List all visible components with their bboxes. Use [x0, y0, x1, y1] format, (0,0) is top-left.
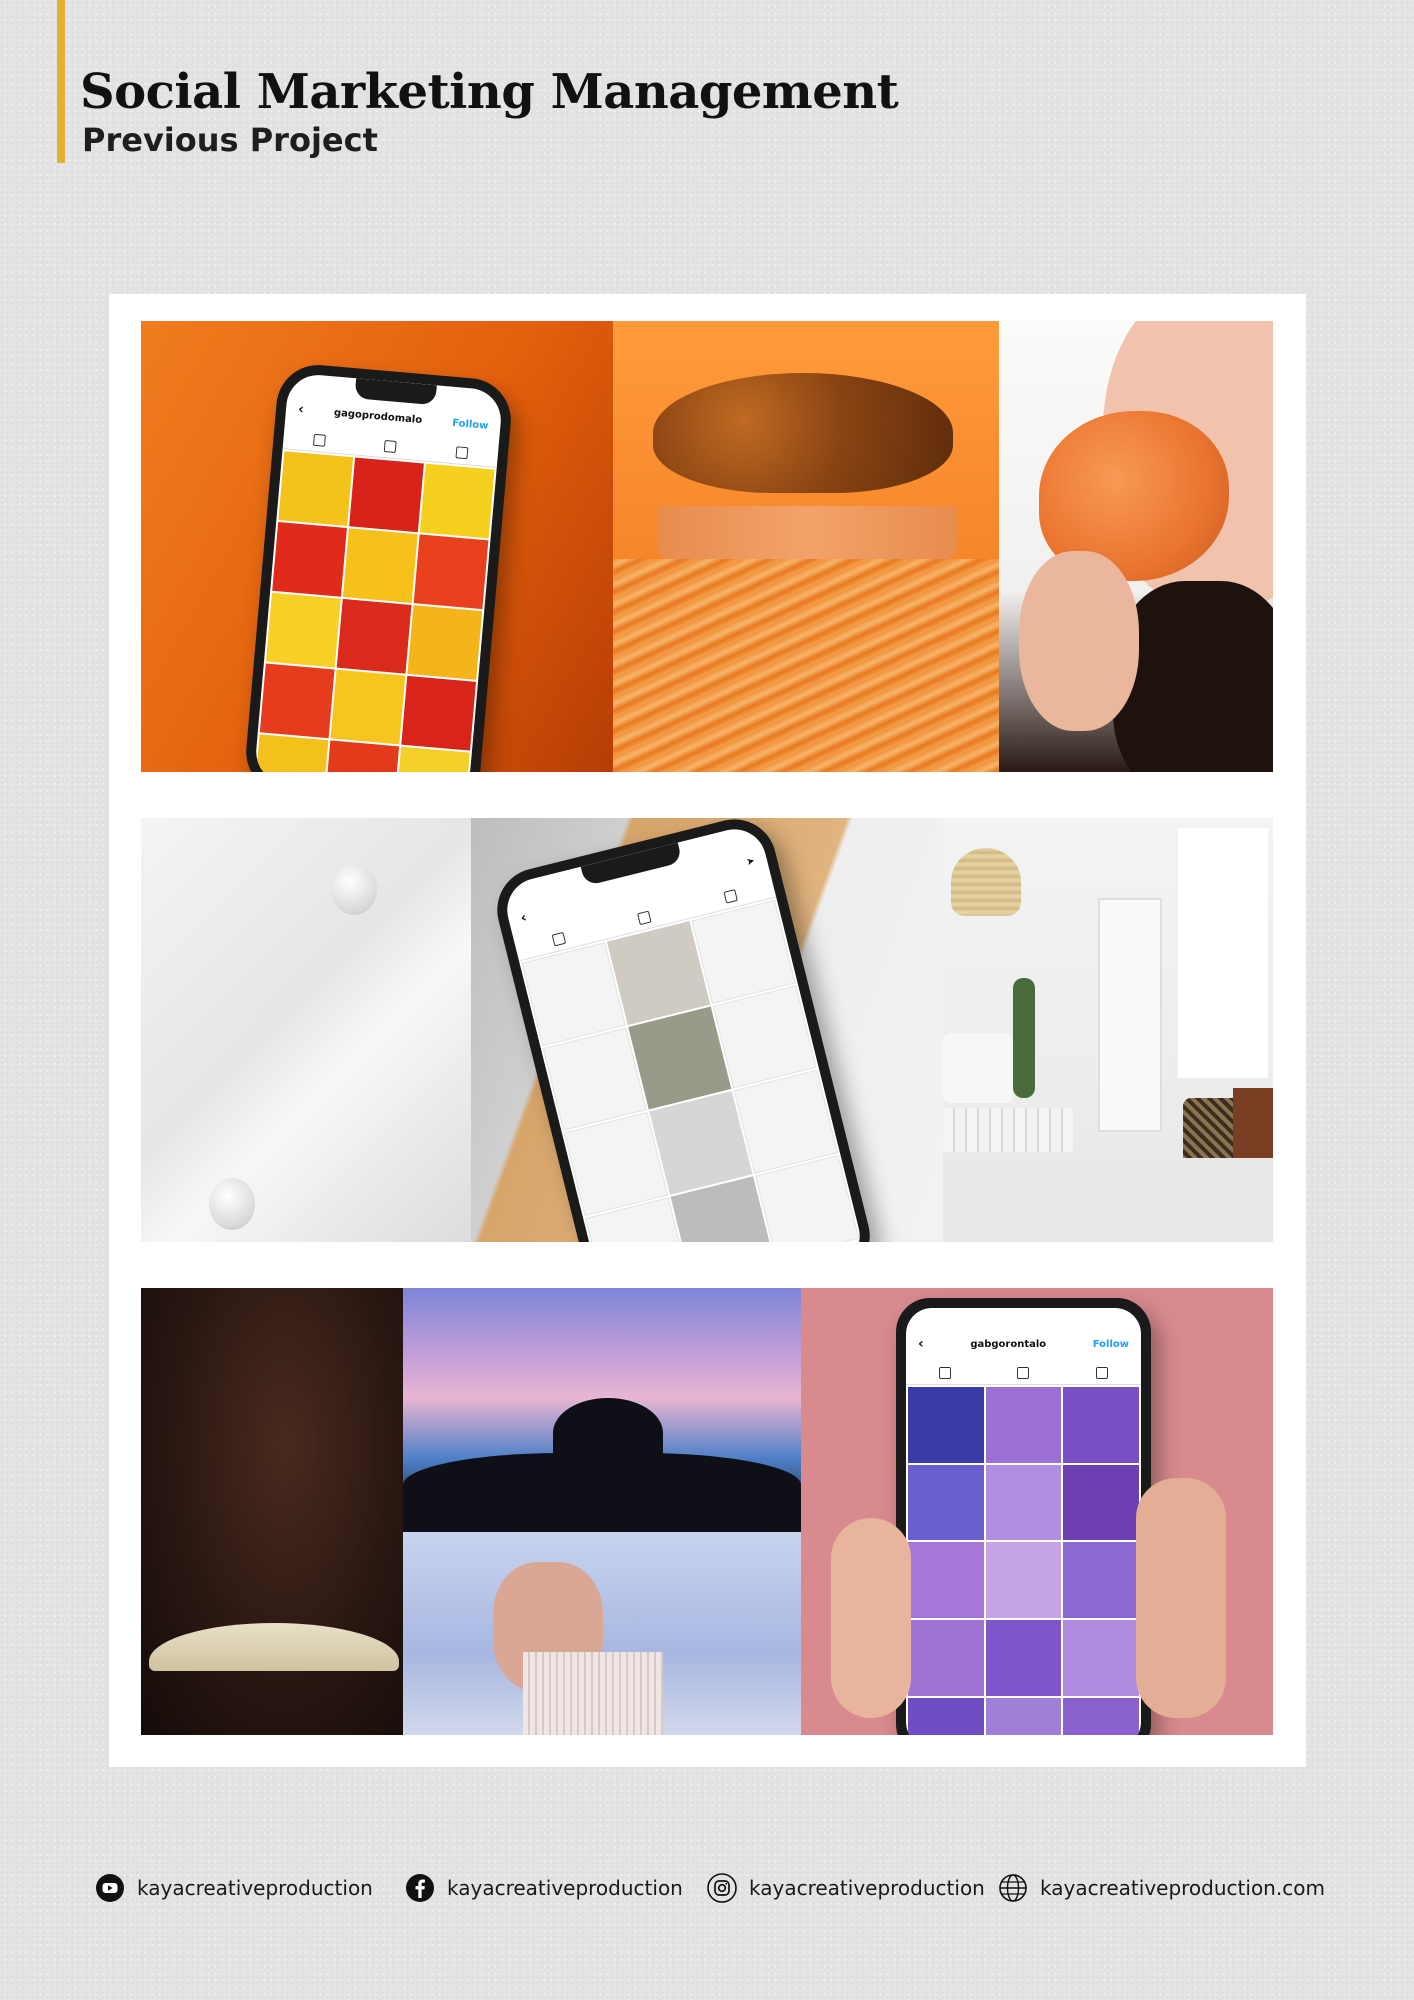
pallet-table [943, 1108, 1073, 1152]
grid-tab-icon [939, 1367, 952, 1379]
holding-thumb [831, 1518, 911, 1718]
pendant-lamp [951, 848, 1021, 916]
website-url: kayacreativeproduction.com [1040, 1876, 1325, 1900]
back-arrow-icon: ‹ [297, 401, 305, 418]
interior-room-photo [943, 818, 1273, 1242]
open-bible-photo [141, 1288, 403, 1735]
crispy-texture-photo [613, 559, 999, 772]
raised-hands-photo [403, 1532, 801, 1735]
footer-instagram[interactable]: kayacreativeproduction [707, 1873, 985, 1903]
youtube-handle: kayacreativeproduction [137, 1876, 373, 1900]
footer-youtube[interactable]: kayacreativeproduction [95, 1873, 373, 1903]
tagged-tab-icon [723, 889, 738, 904]
button-tuft [331, 863, 377, 915]
reels-tab-icon [384, 440, 398, 454]
window [1178, 828, 1268, 1078]
phone-mockup: ‹ gagoprodomalo Follow [242, 361, 515, 772]
reels-tab-icon [1017, 1367, 1030, 1379]
hand [1019, 551, 1139, 731]
tagged-tab-icon [1095, 1367, 1108, 1379]
bookshelf [1098, 898, 1162, 1132]
open-book [149, 1623, 399, 1671]
worship-crowd-photo [403, 1288, 801, 1532]
holding-fingers [1136, 1478, 1226, 1718]
profile-username: gabgorontalo [970, 1338, 1047, 1350]
project-gallery-board: ‹ gagoprodomalo Follow ‹ ➤ ‹ gabgorontal… [109, 294, 1306, 1767]
food-phone-photo: ‹ gagoprodomalo Follow [141, 321, 613, 772]
post-grid [253, 449, 497, 772]
sleeve [523, 1652, 663, 1735]
project-row-food: ‹ gagoprodomalo Follow [141, 321, 1273, 772]
post-grid [519, 897, 861, 1242]
follow-button: Follow [1092, 1338, 1129, 1350]
back-arrow-icon: ‹ [518, 909, 529, 927]
phone-screen: ‹ gabgorontalo Follow [906, 1308, 1141, 1735]
fried-chicken-bucket-photo [613, 321, 999, 559]
project-row-furniture: ‹ ➤ [141, 818, 1273, 1242]
phone-mockup: ‹ gabgorontalo Follow [896, 1298, 1151, 1735]
phone-mockup: ‹ ➤ [488, 818, 879, 1242]
instagram-profile-bar: ‹ gabgorontalo Follow [906, 1326, 1141, 1362]
profile-username: gagoprodomalo [333, 406, 423, 426]
grid-tab-icon [312, 433, 326, 447]
grid-tab-icon [551, 931, 567, 947]
globe-icon [999, 1874, 1027, 1902]
reels-tab-icon [637, 910, 653, 926]
footer-facebook[interactable]: kayacreativeproduction [405, 1873, 683, 1903]
tufted-leather-photo [141, 818, 471, 1242]
button-tuft [209, 1178, 255, 1230]
phone-screen: ‹ gagoprodomalo Follow [253, 372, 504, 772]
plant [1013, 978, 1035, 1098]
header-accent-bar [57, 0, 65, 163]
profile-tabs [906, 1362, 1141, 1385]
post-grid [906, 1385, 1141, 1735]
back-arrow-icon: ‹ [918, 1336, 924, 1352]
floor [943, 1158, 1273, 1242]
sofa [943, 1033, 1013, 1103]
follow-button: Follow [451, 417, 489, 432]
chicken-pieces [653, 373, 953, 493]
instagram-icon [707, 1873, 737, 1903]
phone-screen: ‹ ➤ [500, 822, 867, 1242]
paper-bucket [657, 506, 957, 559]
project-row-church: ‹ gabgorontalo Follow [141, 1288, 1273, 1735]
instagram-handle: kayacreativeproduction [749, 1876, 985, 1900]
page-subtitle: Previous Project [82, 121, 378, 159]
church-phone-photo: ‹ gabgorontalo Follow [801, 1288, 1273, 1735]
page-title: Social Marketing Management [80, 64, 899, 120]
raised-arms [553, 1398, 663, 1468]
footer-website[interactable]: kayacreativeproduction.com [998, 1873, 1325, 1903]
send-icon: ➤ [745, 855, 757, 868]
facebook-icon [406, 1874, 434, 1902]
facebook-handle: kayacreativeproduction [447, 1876, 683, 1900]
youtube-icon [96, 1874, 124, 1902]
furniture-phone-photo: ‹ ➤ [471, 818, 943, 1242]
tagged-tab-icon [455, 446, 469, 460]
eating-chicken-photo [999, 321, 1273, 772]
